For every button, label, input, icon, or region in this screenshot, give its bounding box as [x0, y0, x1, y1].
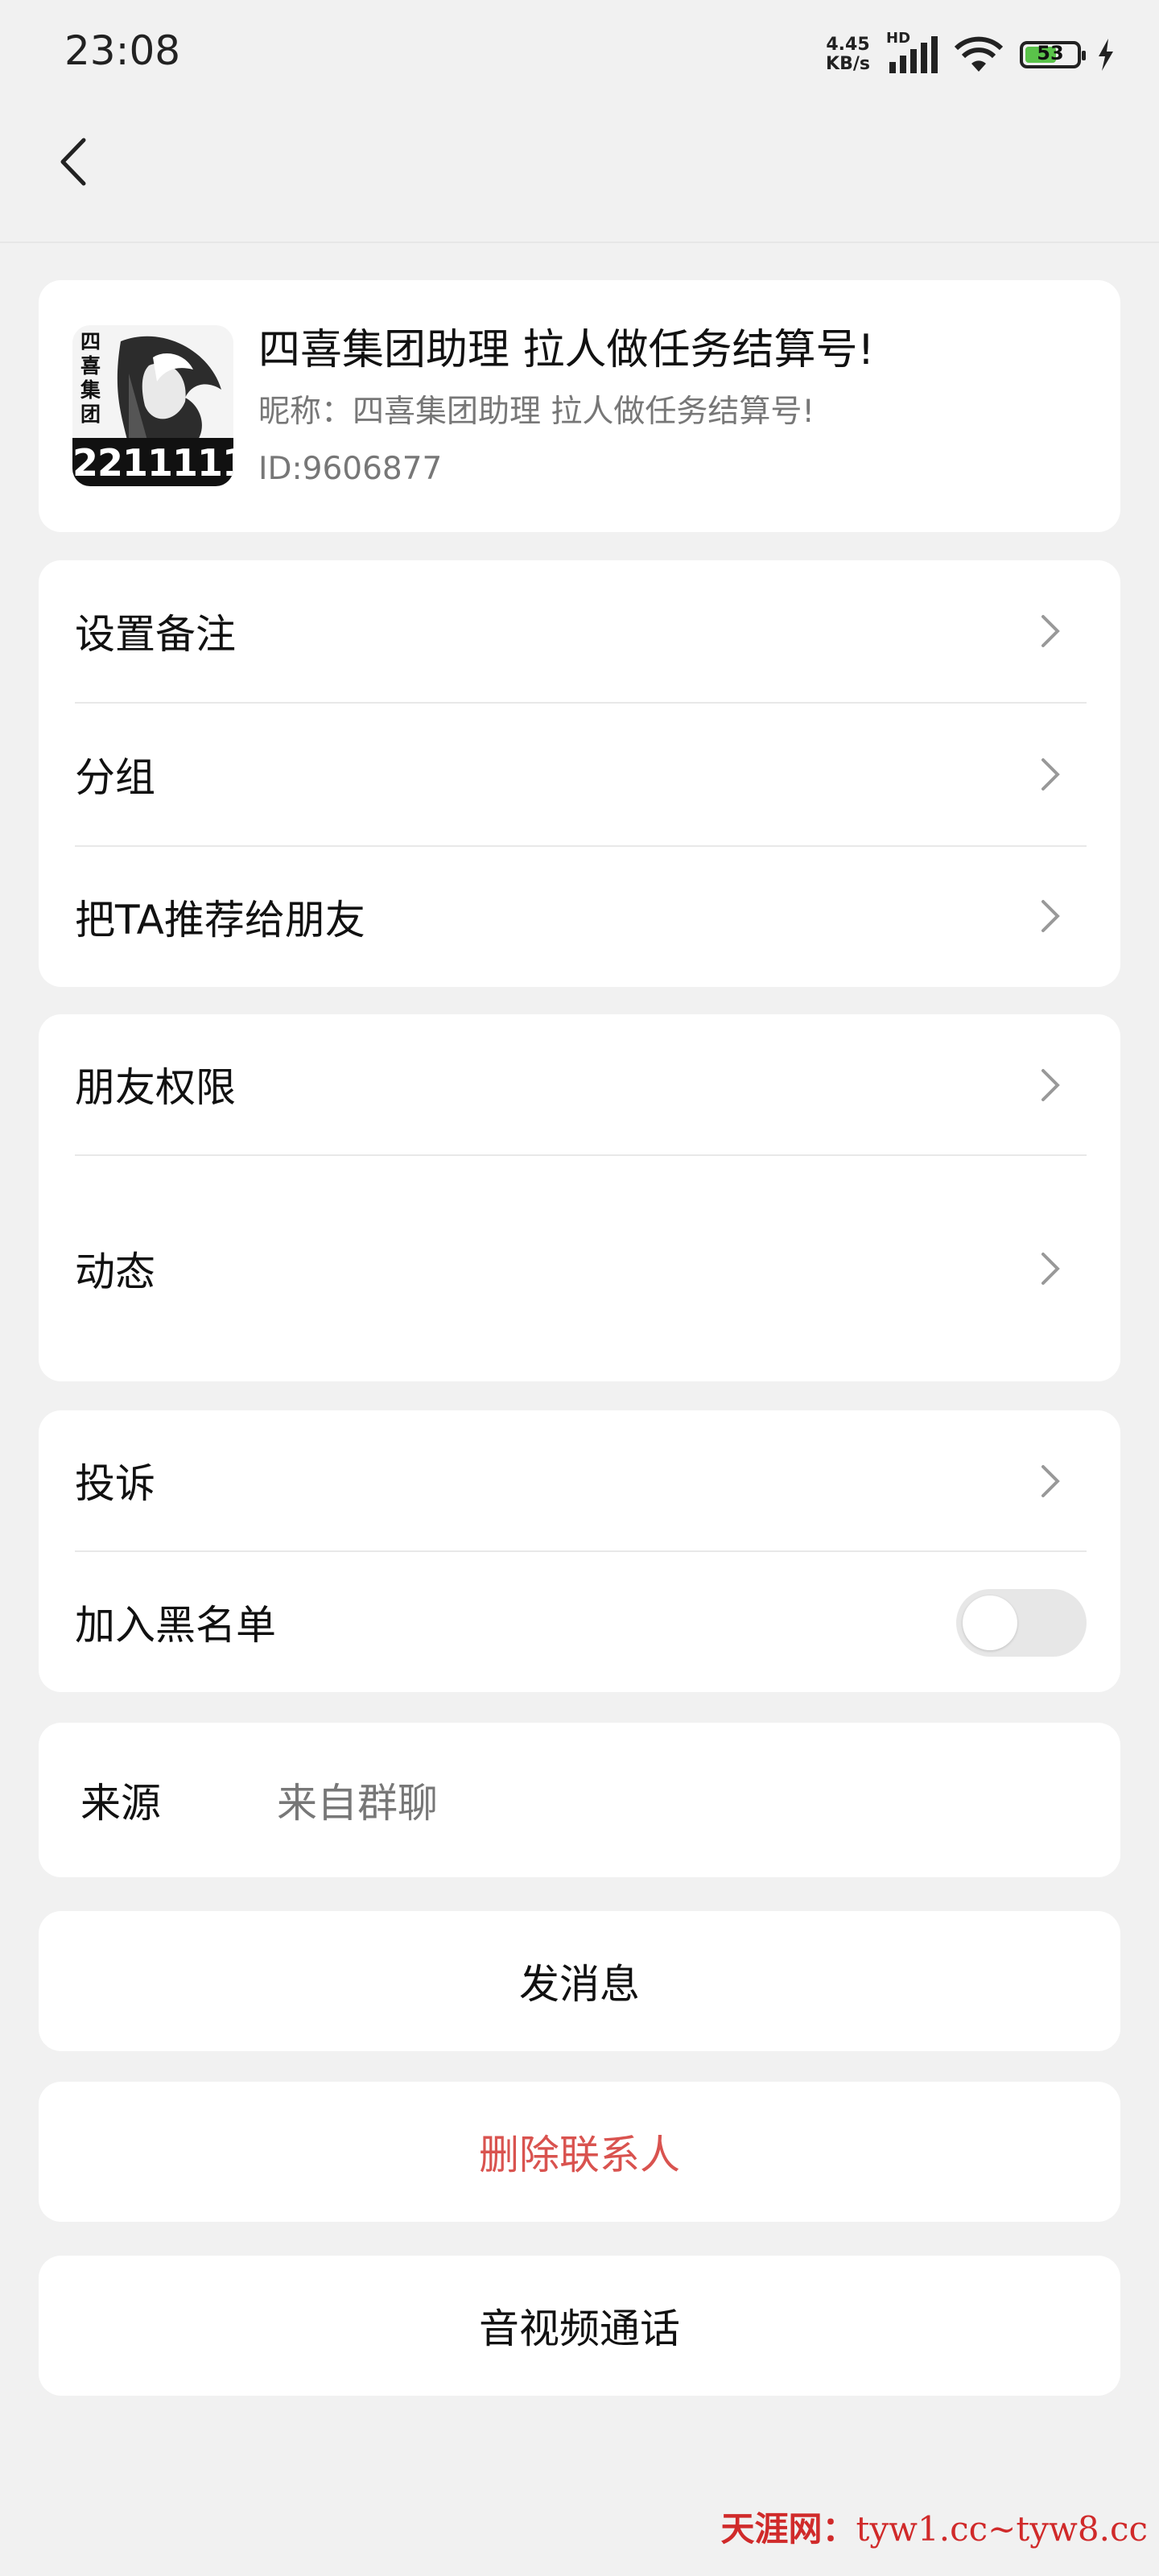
- source-label: 来源: [80, 1780, 161, 1827]
- wifi-icon: [954, 36, 1004, 72]
- complaint-label: 投诉: [75, 1460, 155, 1507]
- settings-group-1: 设置备注 分组 把TA推荐给朋友: [39, 560, 1120, 987]
- blacklist-row: 加入黑名单: [75, 1552, 1084, 1692]
- recommend-label: 把TA推荐给朋友: [75, 897, 365, 943]
- charging-icon: [1099, 39, 1113, 71]
- status-time: 23:08: [64, 27, 181, 74]
- profile-id: ID:9606877: [258, 451, 443, 487]
- source-card: 来源 来自群聊: [39, 1723, 1120, 1877]
- network-speed-value: 4.45: [826, 35, 870, 55]
- profile-card[interactable]: 四喜集团 2211111 四喜集团助理 拉人做任务结算号! 昵称：四喜集团助理 …: [39, 280, 1120, 532]
- set-remark-label: 设置备注: [75, 611, 236, 658]
- profile-nickname: 昵称：四喜集团助理 拉人做任务结算号!: [258, 394, 815, 430]
- profile-name: 四喜集团助理 拉人做任务结算号!: [258, 326, 875, 374]
- chevron-right-icon: [1041, 615, 1060, 647]
- battery-level: 53: [1037, 42, 1064, 64]
- chevron-right-icon: [1041, 900, 1060, 932]
- back-chevron-icon: [60, 138, 86, 186]
- set-remark-row[interactable]: 设置备注: [75, 560, 1084, 702]
- status-icons: 4.45 KB/s HD 53: [826, 30, 1115, 79]
- moments-row[interactable]: 动态: [75, 1156, 1084, 1381]
- watermark-brand: 天涯网：: [720, 2509, 856, 2549]
- source-value: 来自群聊: [277, 1780, 438, 1827]
- friend-permission-row[interactable]: 朋友权限: [75, 1014, 1084, 1154]
- recommend-row[interactable]: 把TA推荐给朋友: [75, 847, 1084, 987]
- chevron-right-icon: [1041, 1253, 1060, 1285]
- complaint-row[interactable]: 投诉: [75, 1410, 1084, 1550]
- delete-contact-button[interactable]: 删除联系人: [39, 2082, 1120, 2222]
- av-call-button[interactable]: 音视频通话: [39, 2256, 1120, 2396]
- toggle-knob: [963, 1596, 1017, 1650]
- friend-permission-label: 朋友权限: [75, 1064, 236, 1111]
- group-row[interactable]: 分组: [75, 704, 1084, 845]
- header-bar: [0, 113, 1159, 243]
- chevron-right-icon: [1041, 758, 1060, 791]
- avatar-number: 2211111: [72, 441, 233, 485]
- moments-label: 动态: [75, 1249, 155, 1295]
- group-label: 分组: [75, 754, 155, 801]
- watermark: 天涯网：tyw1.cc~tyw8.cc: [720, 2502, 1148, 2551]
- avatar-caption: 四喜集团: [80, 330, 101, 426]
- back-button[interactable]: [48, 134, 97, 190]
- watermark-url: tyw1.cc~tyw8.cc: [856, 2509, 1148, 2549]
- blacklist-toggle[interactable]: [956, 1589, 1087, 1657]
- signal-icon: HD: [886, 30, 938, 75]
- chevron-right-icon: [1041, 1069, 1060, 1101]
- chevron-right-icon: [1041, 1465, 1060, 1497]
- avatar[interactable]: 四喜集团 2211111: [72, 325, 233, 486]
- battery-icon: 53: [1020, 41, 1086, 68]
- blacklist-label: 加入黑名单: [75, 1602, 276, 1649]
- settings-group-2: 朋友权限 动态: [39, 1014, 1120, 1381]
- network-speed-unit: KB/s: [826, 54, 870, 74]
- settings-group-3: 投诉 加入黑名单: [39, 1410, 1120, 1692]
- network-speed: 4.45 KB/s: [826, 35, 870, 74]
- send-message-button[interactable]: 发消息: [39, 1911, 1120, 2051]
